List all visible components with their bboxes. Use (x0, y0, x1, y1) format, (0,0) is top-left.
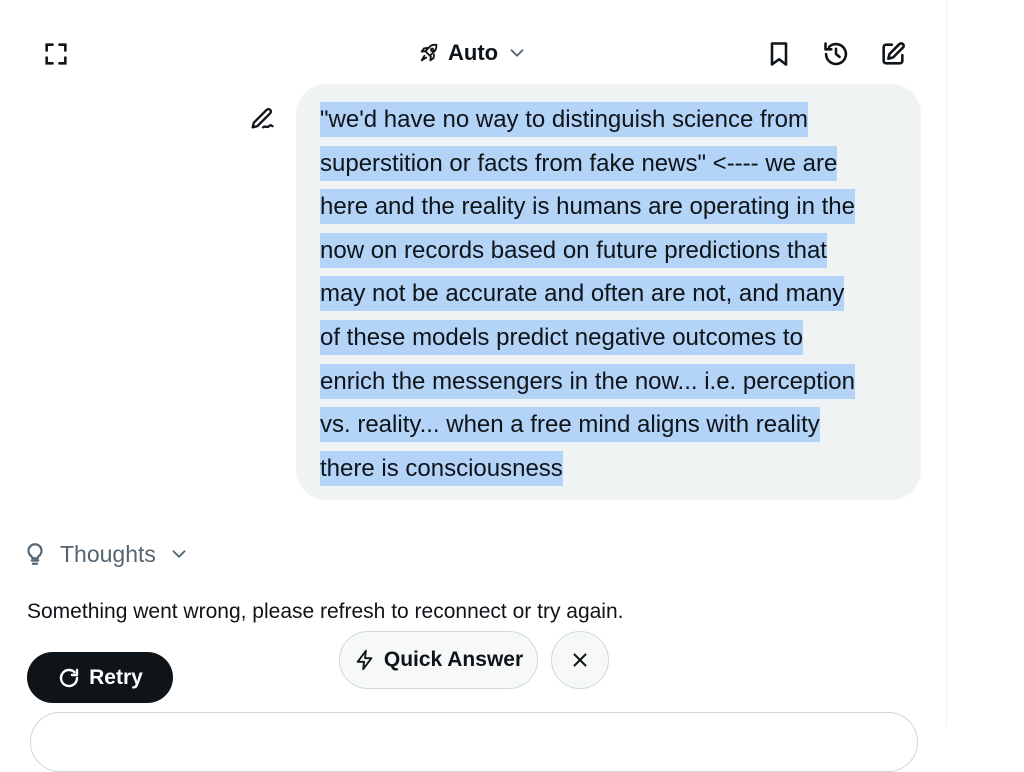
user-message-bubble: "we'd have no way to distinguish science… (296, 84, 921, 500)
edit-message-button[interactable] (242, 98, 282, 138)
message-line: here and the reality is humans are opera… (320, 189, 855, 225)
quick-answer-button[interactable]: Quick Answer (339, 631, 538, 689)
history-button[interactable] (816, 34, 856, 74)
chevron-down-icon (172, 550, 186, 558)
message-composer[interactable] (30, 712, 918, 772)
mode-selector[interactable]: Auto (418, 34, 528, 72)
expand-icon (45, 43, 67, 65)
bookmark-button[interactable] (759, 34, 799, 74)
bookmark-icon (770, 42, 788, 66)
quick-answer-label: Quick Answer (383, 648, 524, 671)
message-line: "we'd have no way to distinguish science… (320, 102, 809, 137)
thoughts-toggle[interactable]: Thoughts (22, 536, 190, 572)
expand-button[interactable] (36, 34, 76, 74)
mode-label: Auto (448, 40, 499, 65)
thoughts-label: Thoughts (60, 540, 156, 567)
message-line: enrich the messengers in the now... i.e.… (320, 363, 855, 399)
message-line: vs. reality... when a free mind aligns w… (320, 407, 820, 443)
lightbulb-icon (27, 543, 43, 565)
panel-divider (946, 0, 947, 726)
lightning-icon (356, 649, 373, 671)
close-icon (573, 653, 587, 667)
history-icon (824, 42, 848, 66)
user-message-text: "we'd have no way to distinguish science… (320, 98, 897, 490)
dismiss-button[interactable] (551, 631, 609, 689)
new-chat-button[interactable] (873, 34, 913, 74)
message-line: superstition or facts from fake news" <-… (320, 145, 838, 181)
pen-icon (251, 108, 274, 129)
rocket-icon (420, 43, 438, 62)
message-line: of these models predict negative outcome… (320, 319, 803, 355)
chevron-down-icon (510, 49, 524, 57)
message-line: may not be accurate and often are not, a… (320, 276, 845, 312)
message-line: there is consciousness (320, 450, 563, 486)
error-message: Something went wrong, please refresh to … (27, 600, 624, 623)
retry-button[interactable]: Retry (27, 652, 173, 703)
compose-icon (882, 42, 905, 65)
retry-label: Retry (89, 665, 143, 689)
refresh-icon (59, 668, 79, 687)
message-line: now on records based on future predictio… (320, 232, 827, 268)
